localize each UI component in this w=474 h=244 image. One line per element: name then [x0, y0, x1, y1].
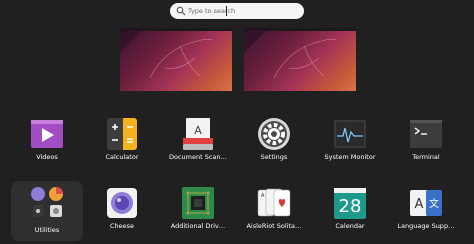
app-document-scanner[interactable]: A Document Scan…	[162, 112, 234, 168]
app-system-monitor[interactable]: System Monitor	[314, 112, 386, 168]
workspace-thumbnail-1[interactable]	[120, 28, 232, 91]
document-scanner-icon: A	[183, 118, 213, 150]
app-calendar[interactable]: 28 Calendar	[314, 181, 386, 237]
app-label: Additional Driv…	[170, 222, 226, 230]
workspace-thumbnail-2[interactable]	[244, 28, 356, 91]
search-input[interactable]	[188, 4, 298, 18]
app-label: Cheese	[109, 222, 135, 230]
app-terminal[interactable]: Terminal	[390, 112, 462, 168]
app-cheese[interactable]: Cheese	[86, 181, 158, 237]
app-additional-drivers[interactable]: Additional Driv…	[162, 181, 234, 237]
aisleriot-icon: A	[257, 188, 291, 217]
calculator-icon	[107, 118, 137, 150]
app-label: System Monitor	[324, 153, 376, 161]
app-label: AisleRiot Solita…	[246, 222, 302, 230]
videos-icon	[31, 120, 63, 148]
svg-text:A: A	[261, 193, 265, 199]
app-label: Settings	[260, 153, 288, 161]
language-support-icon: A 文	[410, 190, 442, 216]
app-utilities-folder[interactable]: Utilities	[11, 181, 83, 241]
cheese-icon	[107, 188, 137, 218]
app-aisleriot[interactable]: A AisleRiot Solita…	[238, 181, 310, 237]
app-label: Calendar	[335, 222, 365, 230]
wallpaper-art	[120, 28, 213, 79]
app-videos[interactable]: Videos	[11, 112, 83, 168]
terminal-icon	[410, 120, 442, 148]
settings-icon	[258, 118, 290, 150]
app-settings[interactable]: Settings	[238, 112, 310, 168]
wallpaper-art	[244, 28, 337, 79]
svg-text:文: 文	[429, 197, 439, 210]
system-monitor-icon	[334, 120, 366, 148]
additional-drivers-icon	[182, 187, 214, 219]
utilities-folder-icon	[31, 187, 63, 217]
search-icon	[176, 6, 186, 16]
svg-text:A: A	[415, 197, 424, 212]
app-label: Terminal	[412, 153, 440, 161]
app-label: Videos	[36, 153, 58, 161]
app-label: Document Scan…	[168, 153, 228, 161]
svg-text:A: A	[194, 124, 202, 137]
text-cursor	[226, 6, 227, 16]
search-bar[interactable]	[170, 3, 304, 19]
app-label: Calculator	[105, 153, 139, 161]
app-calculator[interactable]: Calculator	[86, 112, 158, 168]
app-language-support[interactable]: A 文 Language Supp…	[390, 181, 462, 237]
app-label: Language Supp…	[397, 222, 455, 230]
app-label: Utilities	[34, 226, 60, 234]
calendar-day: 28	[338, 196, 362, 217]
